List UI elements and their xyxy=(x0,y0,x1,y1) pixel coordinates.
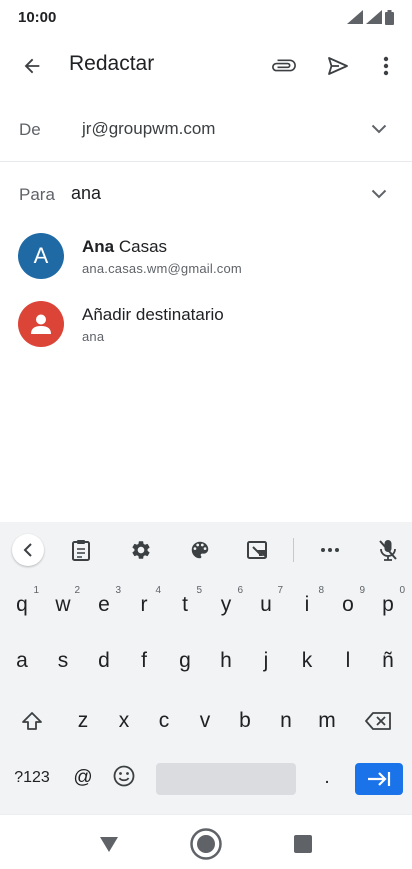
status-icons xyxy=(347,9,394,25)
key-w[interactable]: w2 xyxy=(43,584,83,626)
send-icon xyxy=(328,57,348,75)
key-c[interactable]: c xyxy=(144,700,184,742)
key-at[interactable]: @ xyxy=(63,757,103,799)
add-recipient-query: ana xyxy=(82,329,105,344)
clipboard-icon xyxy=(72,540,90,561)
add-recipient-label: Añadir destinatario xyxy=(82,305,224,324)
on-screen-keyboard: q1 w2 e3 r4 t5 y6 u7 i8 o9 p0 a s d f g … xyxy=(0,522,412,814)
key-b[interactable]: b xyxy=(225,700,265,742)
more-options-button[interactable] xyxy=(372,50,400,82)
signal-icon-2 xyxy=(366,10,382,24)
next-key[interactable] xyxy=(355,763,403,795)
chevron-down-icon xyxy=(371,124,387,134)
to-row[interactable]: Para ana xyxy=(0,163,412,225)
page-title: Redactar xyxy=(69,52,155,75)
chevron-left-icon xyxy=(23,543,32,557)
from-row[interactable]: De jr@groupwm.com xyxy=(0,98,412,162)
chevron-down-icon xyxy=(371,189,387,199)
key-s[interactable]: s xyxy=(43,640,83,682)
key-y[interactable]: y6 xyxy=(206,584,246,626)
send-button[interactable] xyxy=(320,50,356,82)
key-t[interactable]: t5 xyxy=(165,584,205,626)
emoji-key[interactable] xyxy=(104,755,144,797)
key-enye[interactable]: ñ xyxy=(368,640,408,682)
more-tools-button[interactable] xyxy=(314,534,346,566)
to-input[interactable]: ana xyxy=(71,183,101,204)
key-u[interactable]: u7 xyxy=(246,584,286,626)
battery-icon xyxy=(385,9,394,25)
emoji-icon xyxy=(113,765,135,787)
key-e[interactable]: e3 xyxy=(84,584,124,626)
avatar: A xyxy=(18,233,64,279)
key-period[interactable]: . xyxy=(307,757,347,799)
more-vert-icon xyxy=(383,56,389,76)
backspace-key[interactable] xyxy=(358,700,398,742)
key-q[interactable]: q1 xyxy=(2,584,42,626)
app-bar: Redactar xyxy=(0,34,412,98)
from-expand-button[interactable] xyxy=(367,117,391,141)
triangle-back-icon xyxy=(100,837,118,852)
key-g[interactable]: g xyxy=(165,640,205,682)
system-nav-bar xyxy=(0,814,412,869)
nav-home-button[interactable] xyxy=(189,827,223,861)
key-l[interactable]: l xyxy=(328,640,368,682)
key-k[interactable]: k xyxy=(287,640,327,682)
from-value[interactable]: jr@groupwm.com xyxy=(82,119,215,139)
attach-button[interactable] xyxy=(266,50,302,82)
voice-input-button[interactable] xyxy=(372,534,404,566)
key-i[interactable]: i8 xyxy=(287,584,327,626)
key-a[interactable]: a xyxy=(2,640,42,682)
contact-name: Ana Casas xyxy=(82,237,168,256)
from-label: De xyxy=(19,120,41,139)
screen-edit-icon xyxy=(247,541,267,559)
key-v[interactable]: v xyxy=(185,700,225,742)
add-recipient-suggestion[interactable]: Añadir destinatario ana xyxy=(0,291,412,359)
backspace-icon xyxy=(365,712,391,730)
to-expand-button[interactable] xyxy=(367,182,391,206)
shift-icon xyxy=(22,712,42,730)
avatar xyxy=(18,301,64,347)
contact-suggestion[interactable]: A Ana Casas ana.casas.wm@gmail.com xyxy=(0,223,412,291)
key-m[interactable]: m xyxy=(307,700,347,742)
signal-icon xyxy=(347,10,363,24)
shift-key[interactable] xyxy=(12,700,52,742)
key-z[interactable]: z xyxy=(63,700,103,742)
key-o[interactable]: o9 xyxy=(328,584,368,626)
palette-icon xyxy=(191,541,209,559)
symbols-key[interactable]: ?123 xyxy=(4,757,60,799)
tab-arrow-icon xyxy=(368,772,391,786)
to-label: Para xyxy=(19,185,55,204)
key-d[interactable]: d xyxy=(84,640,124,682)
home-circle-icon xyxy=(190,828,222,860)
key-f[interactable]: f xyxy=(124,640,164,682)
space-key[interactable] xyxy=(156,763,296,795)
key-h[interactable]: h xyxy=(206,640,246,682)
contact-email: ana.casas.wm@gmail.com xyxy=(82,261,242,276)
keyboard-collapse-button[interactable] xyxy=(12,534,44,566)
key-r[interactable]: r4 xyxy=(124,584,164,626)
square-recents-icon xyxy=(294,835,312,853)
keyboard-settings-button[interactable] xyxy=(125,534,157,566)
key-n[interactable]: n xyxy=(266,700,306,742)
key-p[interactable]: p0 xyxy=(368,584,408,626)
toolbar-divider xyxy=(293,538,294,562)
gear-icon xyxy=(132,541,150,559)
more-horiz-icon xyxy=(321,548,339,552)
handwriting-button[interactable] xyxy=(241,534,273,566)
paperclip-icon xyxy=(272,59,296,72)
nav-back-button[interactable] xyxy=(92,827,126,861)
key-j[interactable]: j xyxy=(246,640,286,682)
key-x[interactable]: x xyxy=(104,700,144,742)
back-arrow-icon xyxy=(24,58,40,74)
status-bar: 10:00 xyxy=(0,0,412,34)
theme-button[interactable] xyxy=(184,534,216,566)
status-time: 10:00 xyxy=(18,8,57,26)
mic-off-icon xyxy=(379,540,397,561)
clipboard-button[interactable] xyxy=(65,534,97,566)
nav-recents-button[interactable] xyxy=(286,827,320,861)
person-icon xyxy=(31,314,51,334)
back-button[interactable] xyxy=(14,50,50,82)
keyboard-toolbar xyxy=(0,522,412,576)
